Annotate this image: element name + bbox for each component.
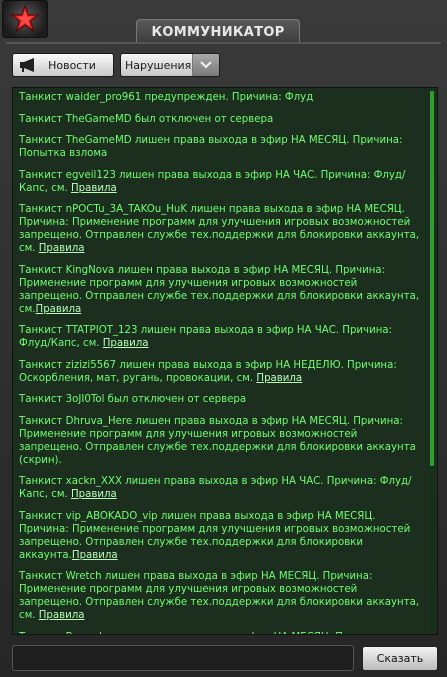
title-divider [6, 42, 441, 44]
megaphone-icon [17, 54, 39, 76]
rules-link[interactable]: Правила [103, 338, 149, 349]
message-item: Танкист Dhruva_Here лишен права выхода в… [19, 415, 421, 467]
window-title: КОММУНИКАТОР [136, 19, 300, 44]
rules-link[interactable]: Правила [39, 610, 85, 621]
chat-input[interactable] [12, 645, 354, 671]
message-item: Танкист vip_ABOKADO_vip лишен права выхо… [19, 510, 421, 562]
rules-link[interactable]: Правила [71, 489, 117, 500]
communicator-window: КОММУНИКАТОР Новости Нарушения Танкист w… [0, 0, 447, 677]
rules-link[interactable]: Правила [256, 373, 302, 384]
message-item: Танкист zizizi5567 лишен права выхода в … [19, 359, 421, 385]
message-item: Танкист Bormoley лишен права выхода в эф… [19, 631, 421, 635]
message-text: Танкист 3oJI0Tol был отключен от сервера [19, 394, 247, 405]
message-item: Танкист TheGameMD был отключен от сервер… [19, 113, 421, 126]
news-button[interactable]: Новости [12, 53, 114, 77]
message-item: Танкист egveil123 лишен права выхода в э… [19, 169, 421, 195]
star-logo-icon [2, 0, 48, 38]
message-item: Танкист Wretch лишен права выхода в эфир… [19, 570, 421, 622]
filter-select[interactable]: Нарушения [120, 53, 220, 77]
message-item: Танкист nPOCTu_3A_TAKOu_HuK лишен права … [19, 203, 421, 255]
message-item: Танкист TheGameMD лишен права выхода в э… [19, 134, 421, 160]
message-text: Танкист Dhruva_Here лишен права выхода в… [19, 415, 416, 466]
message-item: Танкист waider_pro961 предупрежден. Прич… [19, 91, 421, 104]
message-item: Танкист KingNova лишен права выхода в эф… [19, 264, 421, 316]
rules-link[interactable]: Правила [36, 304, 82, 315]
rules-link[interactable]: Правила [72, 550, 118, 561]
message-item: Танкист xackn_XXX лишен права выхода в э… [19, 475, 421, 501]
chevron-down-icon[interactable] [192, 54, 219, 76]
message-text: Танкист zizizi5567 лишен права выхода в … [19, 359, 397, 384]
message-text: Танкист TheGameMD был отключен от сервер… [19, 113, 274, 125]
scrollbar-track[interactable] [430, 91, 434, 631]
scrollbar-thumb[interactable] [430, 91, 434, 466]
message-text: Танкист waider_pro961 предупрежден. Прич… [19, 92, 314, 103]
rules-link[interactable]: Правила [71, 183, 117, 194]
message-text: Танкист Bormoley лишен права выхода в эф… [19, 632, 419, 635]
message-text: Танкист TTATPIOT_123 лишен права выхода … [19, 325, 393, 349]
rules-link[interactable]: Правила [39, 243, 85, 254]
news-button-label: Новости [48, 58, 96, 72]
message-text: Танкист TheGameMD лишен права выхода в э… [19, 135, 403, 159]
send-button[interactable]: Сказать [362, 646, 438, 671]
message-log[interactable]: Танкист waider_pro961 предупрежден. Прич… [12, 87, 438, 635]
message-item: Танкист TTATPIOT_123 лишен права выхода … [19, 324, 421, 350]
filter-select-value: Нарушения [125, 58, 192, 72]
message-list: Танкист waider_pro961 предупрежден. Прич… [13, 88, 425, 634]
message-item: Танкист 3oJI0Tol был отключен от сервера [19, 393, 421, 406]
